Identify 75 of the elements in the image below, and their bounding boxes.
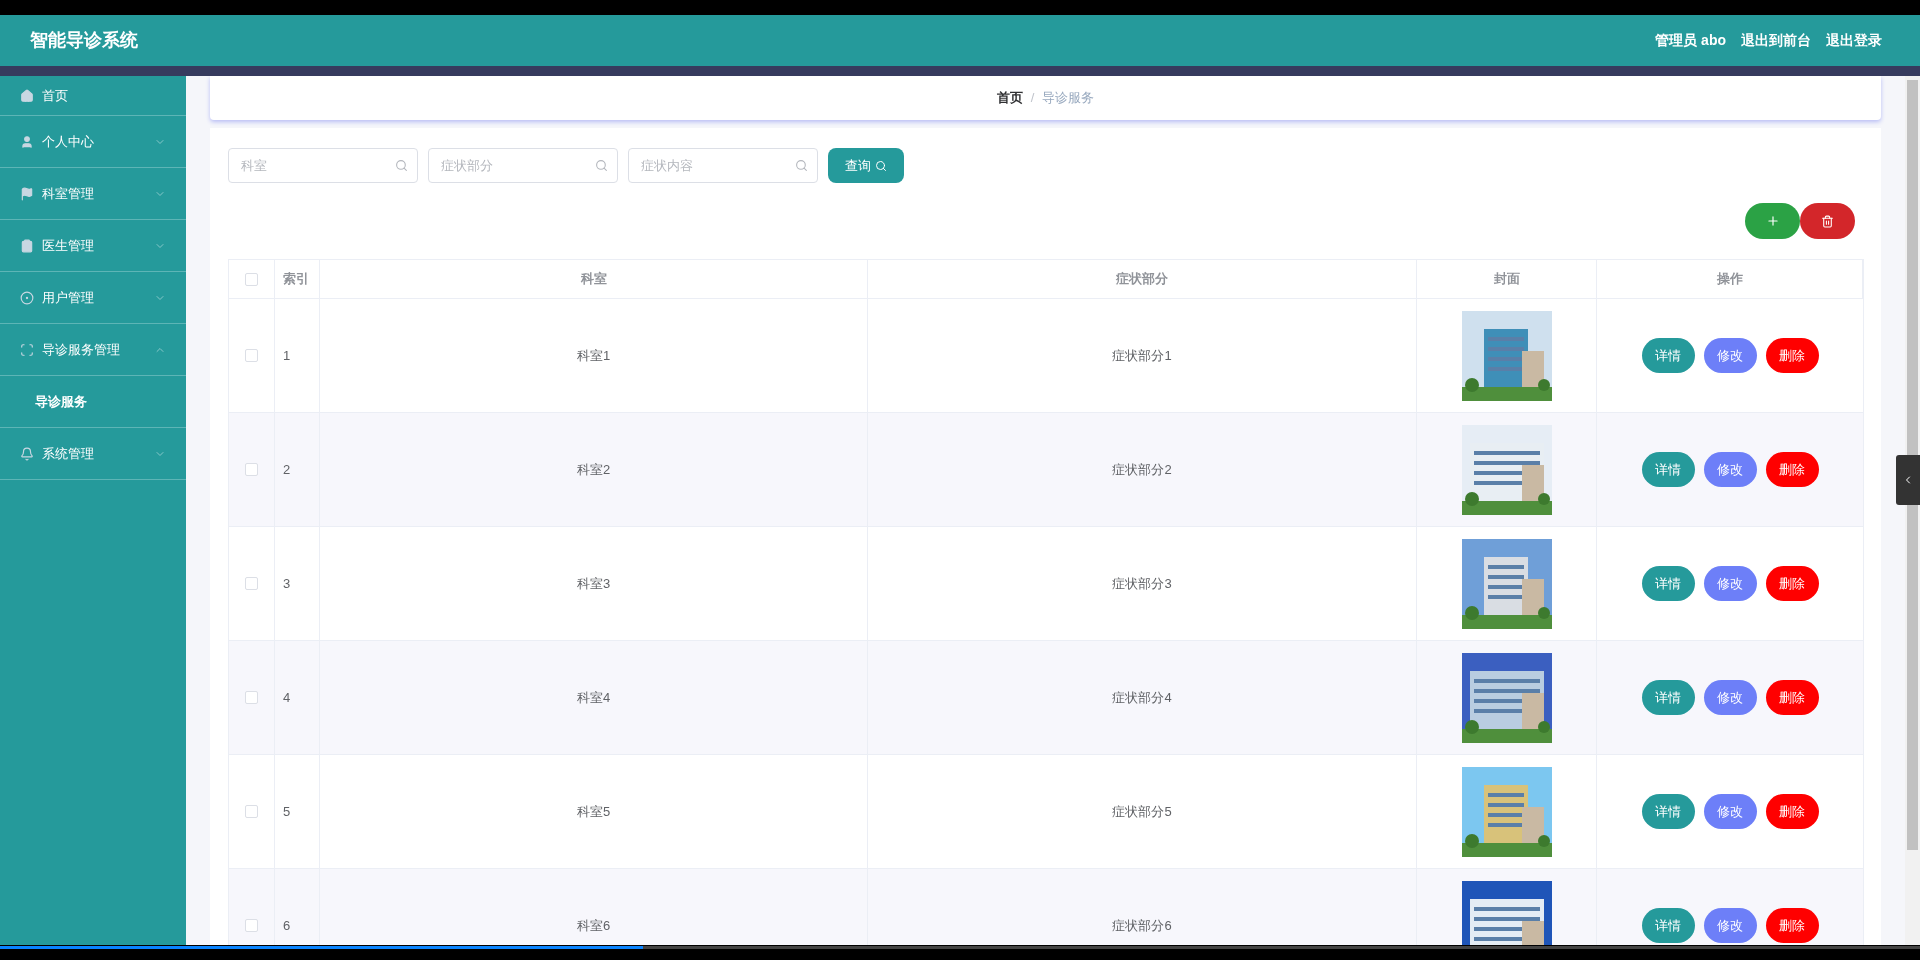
action-button[interactable]: 删除 [1765, 338, 1819, 373]
table-cell-text: 科室6 [576, 916, 611, 935]
menu-icon [20, 88, 34, 103]
query-button[interactable]: 查询 [828, 148, 904, 183]
action-button[interactable]: 详情 [1641, 338, 1695, 373]
table-cell-text: 症状部分2 [1112, 460, 1172, 479]
table-cell-text: 科室2 [576, 460, 611, 479]
search-icon [595, 159, 608, 172]
table-cell-text: 科室5 [576, 802, 611, 821]
table-cell-text: 症状部分5 [1112, 802, 1172, 821]
table-cell-text: 症状部分1 [1112, 346, 1172, 365]
column-header: 操作 [1716, 270, 1743, 289]
action-button[interactable]: 详情 [1641, 566, 1695, 601]
action-button[interactable]: 修改 [1703, 452, 1757, 487]
menu-icon [20, 342, 34, 357]
column-header: 症状部分 [1116, 270, 1168, 289]
column-header: 封面 [1493, 270, 1520, 289]
action-button[interactable]: 详情 [1641, 794, 1695, 829]
action-button[interactable]: 修改 [1703, 680, 1757, 715]
action-button[interactable]: 详情 [1641, 452, 1695, 487]
search-field[interactable]: 症状内容 [628, 148, 818, 183]
table-cell-text: 症状部分3 [1112, 574, 1172, 593]
checkbox[interactable] [245, 272, 258, 286]
checkbox[interactable] [245, 691, 258, 704]
menu-icon [20, 290, 34, 305]
search-icon [795, 159, 808, 172]
table-cell-text: 科室1 [576, 346, 611, 365]
action-button[interactable]: 删除 [1765, 566, 1819, 601]
menu-icon [20, 238, 34, 253]
column-header: 索引 [283, 270, 309, 289]
search-field[interactable]: 科室 [228, 148, 418, 183]
breadcrumb-separator: / [1030, 89, 1035, 108]
delete-button[interactable] [1800, 203, 1855, 239]
checkbox[interactable] [245, 349, 258, 362]
header-link[interactable]: 管理员 abo [1655, 30, 1726, 51]
action-button[interactable]: 删除 [1765, 680, 1819, 715]
action-button[interactable]: 修改 [1703, 566, 1757, 601]
action-button[interactable]: 删除 [1765, 452, 1819, 487]
table-cell-text: 4 [283, 688, 291, 707]
header-link[interactable]: 退出到前台 [1741, 30, 1811, 51]
trash-icon [1821, 214, 1834, 228]
action-button[interactable]: 修改 [1703, 338, 1757, 373]
action-button[interactable]: 删除 [1765, 908, 1819, 943]
checkbox[interactable] [245, 577, 258, 590]
column-header: 科室 [580, 270, 607, 289]
table-cell-text: 1 [283, 346, 291, 365]
table-cell-text: 3 [283, 574, 291, 593]
table-cell-text: 2 [283, 460, 291, 479]
checkbox[interactable] [245, 919, 258, 932]
action-button[interactable]: 详情 [1641, 680, 1695, 715]
table-cell-text: 症状部分4 [1112, 688, 1172, 707]
breadcrumb-link[interactable]: 首页 [996, 88, 1023, 108]
action-button[interactable]: 修改 [1703, 908, 1757, 943]
table-cell-text: 6 [283, 916, 291, 935]
action-button[interactable]: 详情 [1641, 908, 1695, 943]
breadcrumb-link[interactable]: 导诊服务 [1042, 88, 1095, 108]
side-panel-toggle[interactable] [1896, 455, 1920, 505]
checkbox[interactable] [245, 463, 258, 476]
action-button[interactable]: 修改 [1703, 794, 1757, 829]
table-cell-text: 5 [283, 802, 291, 821]
plus-icon [1765, 214, 1780, 228]
search-field[interactable]: 症状部分 [428, 148, 618, 183]
search-icon [875, 159, 887, 172]
search-icon [395, 159, 408, 172]
header-link[interactable]: 退出登录 [1826, 30, 1882, 51]
action-button[interactable]: 删除 [1765, 794, 1819, 829]
menu-icon [20, 446, 34, 461]
table-cell-text: 科室3 [576, 574, 611, 593]
table-cell-text: 科室4 [576, 688, 611, 707]
app-title: 智能导诊系统 [30, 29, 138, 52]
checkbox[interactable] [245, 805, 258, 818]
table-cell-text: 症状部分6 [1112, 916, 1172, 935]
add-button[interactable] [1745, 203, 1800, 239]
menu-icon [20, 134, 34, 149]
menu-icon [20, 186, 34, 201]
